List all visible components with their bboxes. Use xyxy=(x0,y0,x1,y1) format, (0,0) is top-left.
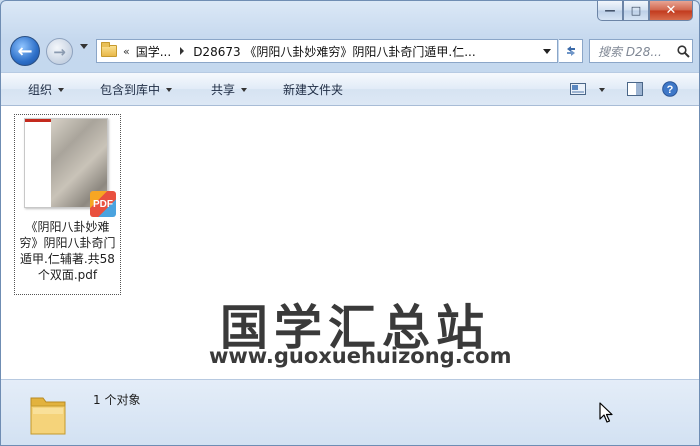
preview-pane-button[interactable] xyxy=(626,81,644,97)
maximize-button[interactable]: □ xyxy=(623,1,649,21)
preview-pane-icon xyxy=(627,82,643,96)
details-pane: 1 个对象 xyxy=(1,379,699,445)
watermark-url: www.guoxuehuizong.com xyxy=(209,344,512,368)
view-options-dropdown[interactable] xyxy=(593,73,605,106)
svg-text:?: ? xyxy=(667,84,674,96)
help-button[interactable]: ? xyxy=(661,81,679,97)
command-bar: 组织 包含到库中 共享 新建文件夹 ? xyxy=(1,72,699,106)
search-input[interactable]: 搜索 D28... xyxy=(598,43,674,60)
forward-button[interactable]: → xyxy=(46,38,73,65)
file-name-line: 《阴阳八卦妙难 xyxy=(25,220,110,234)
folder-icon-large xyxy=(29,390,67,436)
item-count: 1 个对象 xyxy=(93,393,141,407)
navigation-bar: ← → « 国学... D28673 《阴阳八卦妙难穷》阴阳八卦奇门遁甲.仁..… xyxy=(1,35,699,66)
file-name-line: 个双面.pdf xyxy=(37,268,98,282)
breadcrumb-separator-icon[interactable] xyxy=(180,47,185,55)
include-library-label: 包含到库中 xyxy=(100,83,161,97)
new-folder-button[interactable]: 新建文件夹 xyxy=(283,73,343,106)
help-icon: ? xyxy=(662,81,678,97)
back-button[interactable]: ← xyxy=(10,36,40,66)
address-dropdown-icon[interactable] xyxy=(543,49,551,54)
organize-menu-button[interactable]: 组织 xyxy=(28,73,65,106)
recent-pages-dropdown-icon[interactable] xyxy=(80,44,88,49)
explorer-window: — □ ✕ ← → « 国学... D28673 《阴阳八卦妙难穷》阴阳八卦奇门… xyxy=(0,0,700,446)
file-name-label: 《阴阳八卦妙难 穷》阴阳八卦奇门 遁甲.仁辅著.共58 个双面.pdf xyxy=(15,219,120,283)
file-list-pane[interactable]: PDF 《阴阳八卦妙难 穷》阴阳八卦奇门 遁甲.仁辅著.共58 个双面.pdf … xyxy=(1,106,699,379)
breadcrumb-overflow-chevron[interactable]: « xyxy=(123,45,130,58)
include-in-library-button[interactable]: 包含到库中 xyxy=(100,73,173,106)
breadcrumb-item-root[interactable]: 国学... xyxy=(136,43,171,60)
share-button[interactable]: 共享 xyxy=(211,73,248,106)
file-item-pdf[interactable]: PDF 《阴阳八卦妙难 穷》阴阳八卦奇门 遁甲.仁辅著.共58 个双面.pdf xyxy=(14,114,121,295)
organize-label: 组织 xyxy=(28,83,53,97)
view-options-button[interactable] xyxy=(569,81,587,97)
chevron-down-icon xyxy=(241,87,248,92)
file-name-line: 遁甲.仁辅著.共58 xyxy=(20,252,115,266)
refresh-button[interactable] xyxy=(559,39,583,63)
address-bar[interactable]: « 国学... D28673 《阴阳八卦妙难穷》阴阳八卦奇门遁甲.仁... xyxy=(96,39,558,63)
caption-buttons: — □ ✕ xyxy=(597,1,693,22)
search-icon[interactable] xyxy=(674,44,692,58)
close-button[interactable]: ✕ xyxy=(649,1,693,21)
refresh-icon xyxy=(566,46,575,56)
minimize-button[interactable]: — xyxy=(597,1,623,21)
share-label: 共享 xyxy=(211,83,236,97)
file-name-line: 穷》阴阳八卦奇门 xyxy=(19,236,116,250)
mouse-cursor-icon xyxy=(599,402,613,427)
chevron-down-icon xyxy=(58,87,65,92)
view-icon xyxy=(570,83,586,95)
pdf-file-icon: PDF xyxy=(90,191,116,217)
search-box[interactable]: 搜索 D28... xyxy=(589,39,693,63)
chevron-down-icon xyxy=(166,87,173,92)
chevron-down-icon xyxy=(599,87,605,92)
breadcrumb-item-current[interactable]: D28673 《阴阳八卦妙难穷》阴阳八卦奇门遁甲.仁... xyxy=(193,43,476,60)
folder-icon xyxy=(101,42,117,57)
